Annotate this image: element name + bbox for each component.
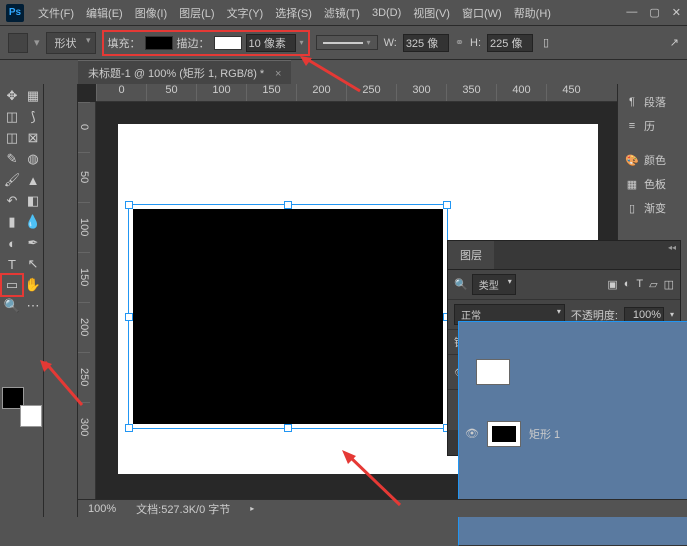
height-input[interactable]	[487, 34, 533, 52]
lasso-tool[interactable]: ⟆	[23, 107, 43, 127]
filter-adjust-icon[interactable]: ◐	[624, 278, 631, 291]
width-label: W:	[384, 37, 397, 49]
menu-bar: Ps 文件(F) 编辑(E) 图像(I) 图层(L) 文字(Y) 选择(S) 滤…	[0, 0, 687, 26]
ruler-horizontal: 050100150200250300350400450	[96, 84, 617, 102]
menu-edit[interactable]: 编辑(E)	[80, 5, 129, 21]
panel-gradients[interactable]: ▯渐变	[618, 196, 687, 220]
layer-thumbnail[interactable]	[487, 421, 521, 447]
window-maximize-icon[interactable]: ▢	[649, 6, 659, 19]
document-tab[interactable]: 未标题-1 @ 100% (矩形 1, RGB/8) * ×	[78, 60, 291, 85]
window-close-icon[interactable]: ✕	[672, 6, 681, 19]
gradient-tool[interactable]: ▮	[2, 212, 22, 232]
handle-bot-mid[interactable]	[284, 424, 292, 432]
blur-tool[interactable]: 💧	[23, 212, 43, 232]
doc-info: 文档:527.3K/0 字节	[136, 501, 230, 517]
fill-swatch[interactable]	[145, 36, 173, 50]
link-icon[interactable]: ⚭	[455, 36, 464, 49]
align-icon[interactable]: ▯	[543, 36, 549, 49]
menu-file[interactable]: 文件(F)	[32, 5, 80, 21]
artboard-tool[interactable]: ▦	[23, 86, 43, 106]
status-bar: 100% 文档:527.3K/0 字节 ▸	[78, 499, 687, 517]
visibility-icon[interactable]: 👁	[465, 427, 479, 440]
handle-top-right[interactable]	[443, 201, 451, 209]
stroke-swatch[interactable]	[214, 36, 242, 50]
shape-mode-dropdown[interactable]: 形状	[46, 32, 96, 54]
layers-panel: ◂◂ 图层 🔍 类型 ▣ ◐ T ▱ ◫ 正常 不透明度: 100% ▾ 锁定:…	[447, 240, 681, 456]
menu-select[interactable]: 选择(S)	[269, 5, 318, 21]
ps-logo-icon: Ps	[6, 4, 24, 22]
background-color[interactable]	[20, 405, 42, 427]
zoom-level[interactable]: 100%	[88, 503, 116, 515]
document-tabs: 未标题-1 @ 100% (矩形 1, RGB/8) * ×	[78, 60, 687, 84]
layers-tab[interactable]: 图层	[448, 241, 494, 269]
panel-collapse-icon[interactable]: ◂◂	[668, 243, 676, 252]
filter-smart-icon[interactable]: ◫	[664, 278, 674, 291]
handle-bot-left[interactable]	[125, 424, 133, 432]
toolbox-left: ✥ ▦ ◫ ⟆ ◫ ⊠ ✎ ◍ 🖌 ▲ ↶ ◧ ▮ 💧 ◐ ✒ T ↖ ▭ ✋ …	[0, 84, 44, 517]
fill-label: 填充：	[108, 35, 141, 51]
edit-toolbar[interactable]: ⋯	[23, 296, 43, 316]
stroke-style-dropdown[interactable]	[323, 42, 363, 44]
menu-help[interactable]: 帮助(H)	[508, 5, 557, 21]
stroke-size-input[interactable]	[246, 34, 296, 52]
handle-top-mid[interactable]	[284, 201, 292, 209]
share-icon[interactable]: ↗	[670, 36, 679, 49]
tab-title: 未标题-1 @ 100% (矩形 1, RGB/8) *	[88, 68, 264, 80]
pen-tool[interactable]: ✒	[23, 233, 43, 253]
handle-top-left[interactable]	[125, 201, 133, 209]
panel-color[interactable]: 🎨颜色	[618, 148, 687, 172]
selection-bounds[interactable]	[128, 204, 448, 429]
eyedropper-tool[interactable]: ✎	[2, 149, 22, 169]
filter-pixel-icon[interactable]: ▣	[607, 278, 617, 291]
frame-tool[interactable]: ⊠	[23, 128, 43, 148]
fill-stroke-highlight: 填充： 描边： ▾	[102, 30, 310, 56]
menu-layer[interactable]: 图层(L)	[173, 5, 220, 21]
rectangle-tool[interactable]: ▭	[2, 275, 22, 295]
width-input[interactable]	[403, 34, 449, 52]
layer-thumbnail[interactable]	[476, 359, 510, 385]
menu-image[interactable]: 图像(I)	[129, 5, 173, 21]
search-icon[interactable]: 🔍	[454, 278, 468, 291]
layer-name[interactable]: 矩形 1	[529, 426, 560, 442]
panel-swatches[interactable]: ▦色板	[618, 172, 687, 196]
marquee-tool[interactable]: ◫	[2, 107, 22, 127]
path-tool[interactable]: ↖	[23, 254, 43, 274]
menu-3d[interactable]: 3D(D)	[366, 7, 407, 19]
filter-shape-icon[interactable]: ▱	[649, 278, 657, 291]
healing-tool[interactable]: ◍	[23, 149, 43, 169]
menu-filter[interactable]: 滤镜(T)	[318, 5, 366, 21]
rectangle-tool-icon[interactable]	[8, 33, 28, 53]
menu-window[interactable]: 窗口(W)	[456, 5, 508, 21]
window-minimize-icon[interactable]: —	[626, 6, 637, 19]
color-swatches	[2, 387, 42, 427]
options-bar: ▾ 形状 填充： 描边： ▾ ▾ W: ⚭ H: ▯ ↗	[0, 26, 687, 60]
stroke-label: 描边：	[177, 35, 210, 51]
tab-close-icon[interactable]: ×	[275, 68, 281, 80]
height-label: H:	[470, 37, 481, 49]
move-tool[interactable]: ✥	[2, 86, 22, 106]
filter-kind-dropdown[interactable]: 类型	[472, 274, 516, 295]
menu-text[interactable]: 文字(Y)	[221, 5, 270, 21]
dodge-tool[interactable]: ◐	[2, 233, 22, 253]
zoom-tool[interactable]: 🔍	[2, 296, 22, 316]
toolbox-spacer	[44, 84, 78, 517]
panel-history[interactable]: ≡历	[618, 114, 687, 138]
type-tool[interactable]: T	[2, 254, 22, 274]
panel-paragraph[interactable]: ¶段落	[618, 90, 687, 114]
stamp-tool[interactable]: ▲	[23, 170, 43, 190]
menu-view[interactable]: 视图(V)	[407, 5, 456, 21]
history-brush-tool[interactable]: ↶	[2, 191, 22, 211]
crop-tool[interactable]: ◫	[2, 128, 22, 148]
filter-type-icon[interactable]: T	[636, 278, 643, 291]
eraser-tool[interactable]: ◧	[23, 191, 43, 211]
ruler-vertical: 050100150200250300	[78, 102, 96, 517]
handle-mid-left[interactable]	[125, 313, 133, 321]
brush-tool[interactable]: 🖌	[2, 170, 22, 190]
hand-tool[interactable]: ✋	[23, 275, 43, 295]
